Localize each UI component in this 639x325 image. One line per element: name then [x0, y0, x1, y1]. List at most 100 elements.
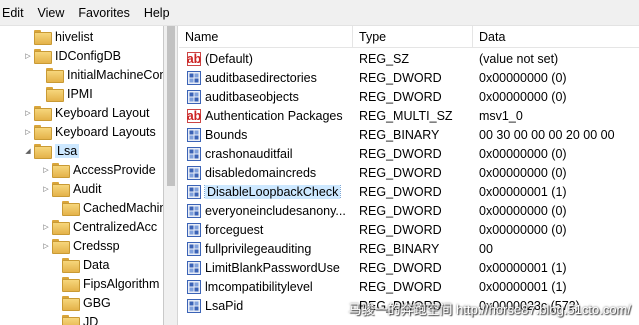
- folder-icon: [46, 87, 64, 102]
- value-type: REG_DWORD: [359, 146, 442, 161]
- value-row[interactable]: disabledomaincreds REG_DWORD 0x00000000 (0…: [179, 163, 639, 182]
- binary-value-icon: [187, 165, 201, 180]
- value-name: (Default): [205, 51, 253, 66]
- binary-value-icon: [187, 70, 201, 85]
- value-name: Bounds: [205, 127, 248, 142]
- value-data: (value not set): [479, 51, 559, 66]
- tree-item[interactable]: ▷ IDConfigDB: [22, 46, 121, 65]
- value-name-cell: crashonauditfail: [179, 146, 353, 161]
- tree-item-label: Lsa: [55, 143, 80, 158]
- folder-icon: [46, 68, 64, 83]
- value-name: DisableLoopbackCheck: [203, 184, 342, 199]
- folder-icon: [62, 315, 80, 325]
- expand-arrow-icon[interactable]: ◢: [22, 141, 34, 160]
- value-type: REG_DWORD: [359, 222, 442, 237]
- tree-item[interactable]: IPMI: [34, 84, 93, 103]
- value-data-cell: 00: [473, 242, 639, 256]
- value-row[interactable]: lmcompatibilitylevel REG_DWORD 0x00000001 …: [179, 277, 639, 296]
- string-value-icon: ab: [186, 51, 202, 66]
- tree-item[interactable]: ▷ CentralizedAcc: [40, 217, 157, 236]
- folder-icon: [62, 201, 80, 216]
- folder-icon: [52, 182, 70, 197]
- binary-value-icon: [187, 146, 201, 161]
- tree-item[interactable]: ▷ Credssp: [40, 236, 120, 255]
- column-header-data[interactable]: Data: [473, 26, 639, 48]
- tree-item[interactable]: GBG: [50, 293, 111, 312]
- scrollbar-thumb[interactable]: [167, 26, 175, 186]
- binary-value-icon: [187, 260, 201, 275]
- binary-value-icon: [187, 241, 201, 256]
- tree-item[interactable]: InitialMachineCon: [34, 65, 163, 84]
- tree-item[interactable]: JD: [50, 312, 98, 325]
- registry-values-list[interactable]: Name Type Data ab (Default) REG_SZ (value n…: [179, 26, 639, 325]
- value-name: everyoneincludesanony...: [205, 203, 346, 218]
- tree-item[interactable]: ▷ Keyboard Layout: [22, 103, 150, 122]
- value-row[interactable]: forceguest REG_DWORD 0x00000000 (0): [179, 220, 639, 239]
- value-type: REG_DWORD: [359, 184, 442, 199]
- value-row[interactable]: ab (Default) REG_SZ (value not set): [179, 49, 639, 68]
- expand-arrow-icon[interactable]: ▷: [40, 160, 52, 179]
- value-row[interactable]: Bounds REG_BINARY 00 30 00 00 00 20 00 00: [179, 125, 639, 144]
- tree-item[interactable]: ▷ Audit: [40, 179, 102, 198]
- value-data-cell: msv1_0: [473, 109, 639, 123]
- menu-view[interactable]: View: [31, 0, 72, 26]
- expand-arrow-icon[interactable]: ▷: [22, 122, 34, 141]
- folder-icon: [34, 30, 52, 45]
- expand-arrow-icon[interactable]: ▷: [40, 236, 52, 255]
- value-name: auditbasedirectories: [205, 70, 317, 85]
- expand-arrow-icon[interactable]: ▷: [22, 46, 34, 65]
- value-data: 0x00000000 (0): [479, 146, 567, 161]
- value-data-cell: 00 30 00 00 00 20 00 00: [473, 128, 639, 142]
- value-type-cell: REG_DWORD: [353, 90, 473, 104]
- value-name-cell: LimitBlankPasswordUse: [179, 260, 353, 275]
- tree-item-label: JD: [83, 314, 99, 325]
- value-data-cell: 0x00000000 (0): [473, 147, 639, 161]
- tree-item[interactable]: hivelist: [22, 27, 93, 46]
- tree-item[interactable]: CachedMachin: [50, 198, 163, 217]
- folder-icon: [52, 220, 70, 235]
- value-type: REG_DWORD: [359, 279, 442, 294]
- tree-item[interactable]: Data: [50, 255, 109, 274]
- value-name: forceguest: [205, 222, 264, 237]
- expand-arrow-icon[interactable]: ▷: [22, 103, 34, 122]
- tree-item[interactable]: FipsAlgorithm: [50, 274, 159, 293]
- registry-key-tree[interactable]: hivelist ▷ IDConfigDB InitialMachineCon IPMI…: [0, 26, 164, 325]
- value-name: lmcompatibilitylevel: [205, 279, 313, 294]
- value-row[interactable]: LimitBlankPasswordUse REG_DWORD 0x00000001…: [179, 258, 639, 277]
- value-row[interactable]: crashonauditfail REG_DWORD 0x00000000 (0): [179, 144, 639, 163]
- folder-icon: [62, 258, 80, 273]
- value-row[interactable]: auditbaseobjects REG_DWORD 0x00000000 (0): [179, 87, 639, 106]
- binary-value-icon: [187, 89, 201, 104]
- value-type-cell: REG_DWORD: [353, 185, 473, 199]
- value-data: 0x00000001 (1): [479, 184, 567, 199]
- column-header-type[interactable]: Type: [353, 26, 473, 48]
- value-type: REG_DWORD: [359, 260, 442, 275]
- value-name-cell: LsaPid: [179, 298, 353, 313]
- expand-arrow-icon[interactable]: ▷: [40, 179, 52, 198]
- value-row[interactable]: fullprivilegeauditing REG_BINARY 00: [179, 239, 639, 258]
- column-header-name[interactable]: Name: [179, 26, 353, 48]
- value-row[interactable]: everyoneincludesanony... REG_DWORD 0x00000…: [179, 201, 639, 220]
- folder-icon: [52, 163, 70, 178]
- menu-edit[interactable]: Edit: [0, 0, 31, 26]
- menu-help[interactable]: Help: [137, 0, 177, 26]
- tree-item-label: FipsAlgorithm: [83, 276, 160, 291]
- value-type: REG_DWORD: [359, 89, 442, 104]
- tree-item[interactable]: ▷ Keyboard Layouts: [22, 122, 156, 141]
- value-row[interactable]: ab Authentication Packages REG_MULTI_SZ msv…: [179, 106, 639, 125]
- value-row[interactable]: auditbasedirectories REG_DWORD 0x00000000 …: [179, 68, 639, 87]
- tree-item[interactable]: ▷ AccessProvide: [40, 160, 156, 179]
- expand-arrow-icon[interactable]: ▷: [40, 217, 52, 236]
- menu-favorites[interactable]: Favorites: [71, 0, 136, 26]
- tree-item[interactable]: ◢ Lsa: [22, 141, 80, 160]
- value-data-cell: 0x00000000 (0): [473, 166, 639, 180]
- tree-scrollbar[interactable]: [164, 26, 178, 325]
- value-data: 0x00000000 (0): [479, 165, 567, 180]
- tree-item-label: Keyboard Layout: [55, 105, 150, 120]
- value-row[interactable]: DisableLoopbackCheck REG_DWORD 0x00000001 …: [179, 182, 639, 201]
